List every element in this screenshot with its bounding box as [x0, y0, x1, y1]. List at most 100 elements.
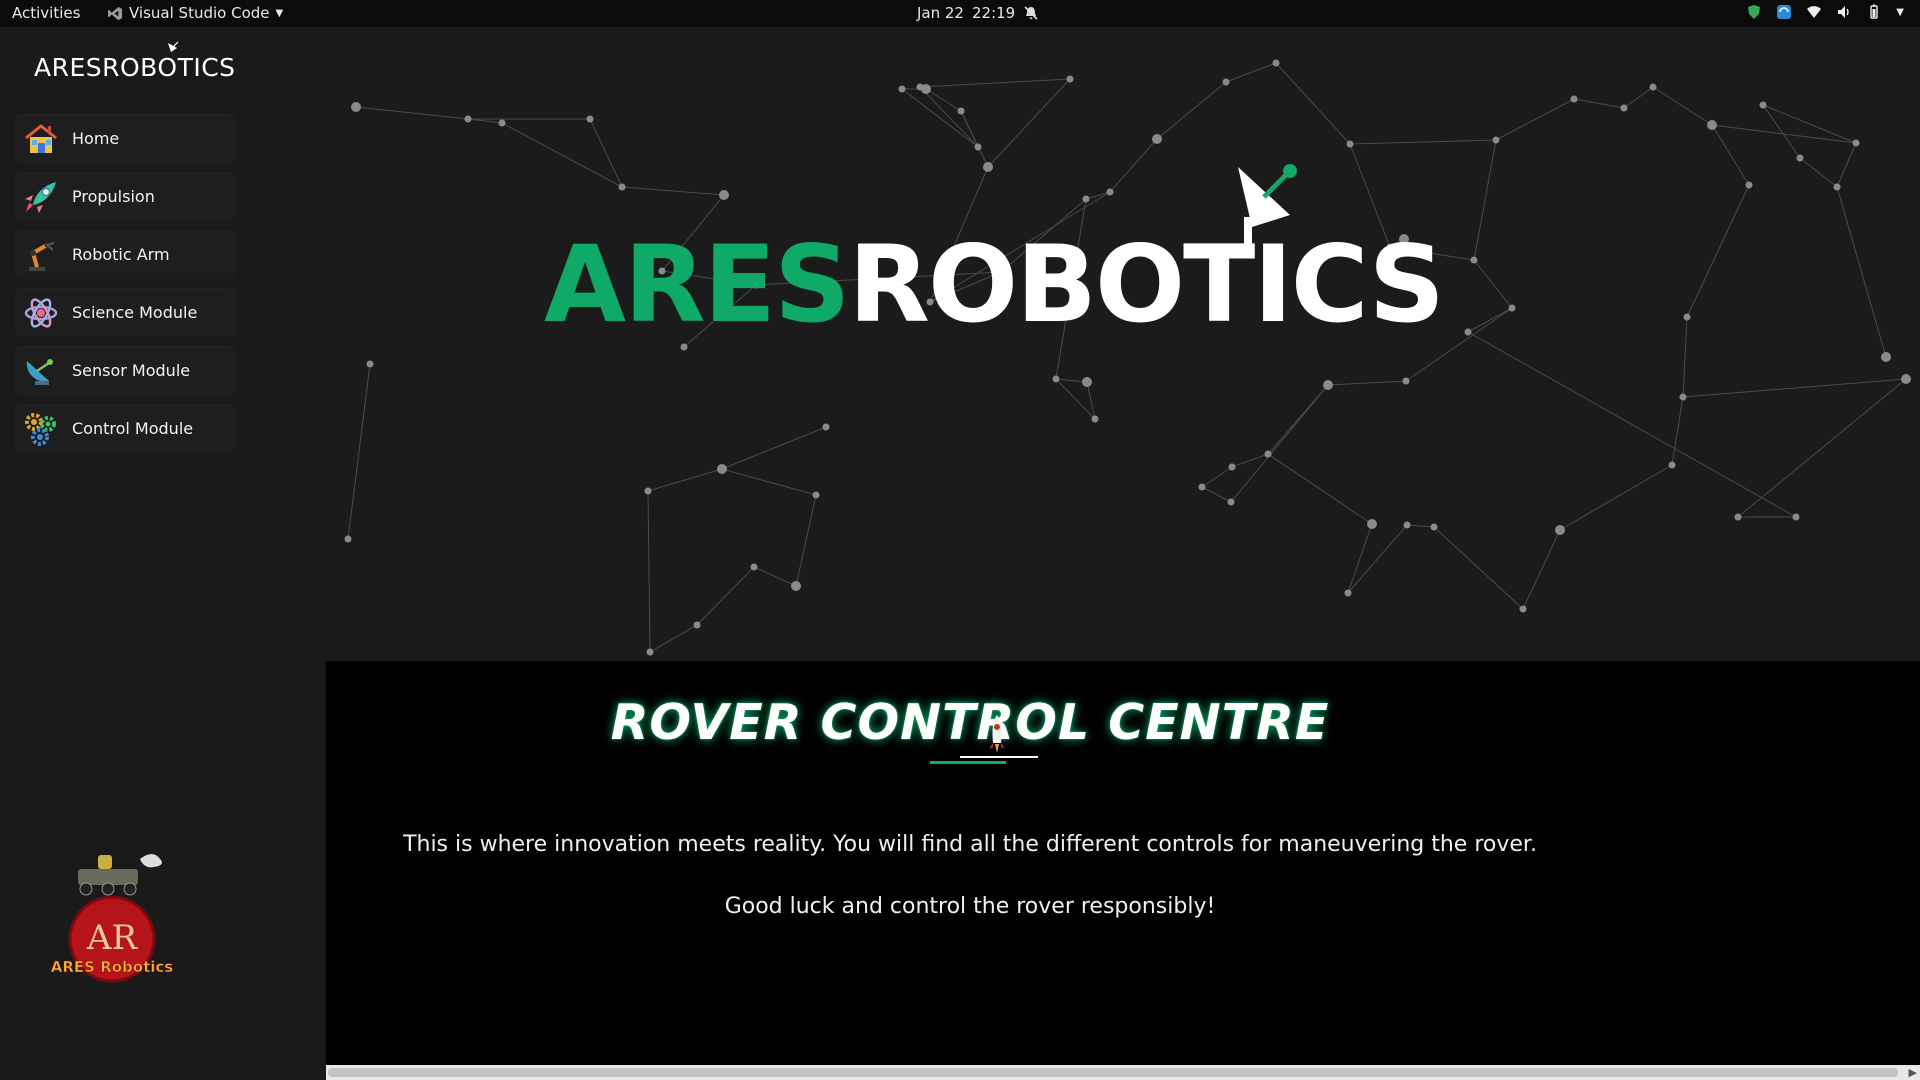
network-line [1473, 259, 1513, 309]
network-node [1344, 589, 1352, 597]
network-node [1106, 188, 1114, 196]
network-node [1228, 463, 1236, 471]
volume-icon[interactable] [1836, 4, 1852, 20]
satellite-dish-icon [168, 41, 179, 52]
clock[interactable]: Jan 22 22:19 [917, 4, 1039, 22]
robotic-arm-icon [22, 236, 60, 274]
network-line [1086, 381, 1096, 420]
intro-paragraph: This is where innovation meets reality. … [403, 832, 1537, 857]
notifications-muted-icon [1024, 6, 1038, 20]
network-line [1347, 524, 1408, 594]
scroll-right-arrow-icon[interactable]: ▶ [1909, 1066, 1917, 1079]
shield-icon[interactable] [1746, 4, 1762, 20]
wifi-icon[interactable] [1806, 4, 1822, 20]
horizontal-scrollbar[interactable]: ▶ [326, 1065, 1920, 1080]
network-line [647, 490, 651, 653]
network-node [1679, 393, 1687, 401]
network-node [983, 162, 993, 172]
scrollbar-thumb[interactable] [328, 1068, 1898, 1077]
network-node [1082, 195, 1090, 203]
network-node [1734, 513, 1742, 521]
network-line [1711, 124, 1750, 186]
battery-icon[interactable] [1866, 4, 1882, 20]
network-line [925, 88, 962, 112]
network-node [1881, 352, 1891, 362]
network-line [467, 118, 503, 124]
network-line [1231, 453, 1269, 468]
network-node [1745, 181, 1753, 189]
network-line [1406, 524, 1435, 528]
network-line [1623, 86, 1654, 109]
network-line [1347, 523, 1373, 594]
network-node [1367, 519, 1377, 529]
network-node [644, 487, 652, 495]
network-line [501, 122, 623, 188]
network-node [719, 190, 729, 200]
closing-paragraph: Good luck and control the rover responsi… [724, 894, 1216, 919]
network-line [960, 110, 989, 168]
sidebar-item-sensor-module[interactable]: Sensor Module [14, 346, 236, 395]
hero-title-green: ARES [544, 223, 850, 346]
system-menu-chevron-icon[interactable]: ▼ [1896, 7, 1904, 18]
network-node [1683, 313, 1691, 321]
network-node [1198, 483, 1206, 491]
house-icon [22, 120, 60, 158]
sidebar-item-robotic-arm[interactable]: Robotic Arm [14, 230, 236, 279]
ares-robotics-mascot-logo: AR ARES Robotics [50, 854, 174, 983]
network-node [1852, 139, 1860, 147]
network-node [1082, 377, 1092, 387]
network-line [721, 468, 817, 496]
network-line [347, 363, 371, 540]
network-node [1620, 104, 1628, 112]
update-icon[interactable] [1776, 4, 1792, 20]
main-content: ROVER CONTROL CENTRE This is where innov… [326, 661, 1920, 1065]
sidebar-item-label: Control Module [72, 419, 194, 438]
network-line [696, 566, 755, 626]
sidebar-item-control-module[interactable]: Control Module [14, 404, 236, 453]
network-line [795, 494, 817, 587]
network-node [1901, 374, 1911, 384]
title-underline [930, 756, 1040, 765]
network-node [498, 119, 506, 127]
network-node [1402, 377, 1410, 385]
sidebar-brand-logo[interactable]: ARESROBOTICS [34, 53, 236, 82]
network-line [649, 624, 698, 653]
sidebar-nav: Home Propulsion Robotic Arm Science Modu… [14, 114, 236, 462]
mascot-initials: AR [86, 918, 139, 958]
network-node [898, 85, 906, 93]
system-top-bar: Activities Visual Studio Code ▼ Jan 22 2… [0, 0, 1920, 27]
network-line [1349, 139, 1497, 145]
network-line [1275, 62, 1351, 145]
network-node [822, 423, 830, 431]
satellite-dish-icon [22, 352, 60, 390]
network-line [1109, 138, 1158, 193]
network-line [1201, 486, 1232, 503]
activities-button[interactable]: Activities [12, 4, 80, 22]
network-node [1833, 183, 1841, 191]
network-line [919, 86, 979, 148]
network-node [1464, 328, 1472, 336]
sidebar-item-propulsion[interactable]: Propulsion [14, 172, 236, 221]
network-node [1152, 134, 1162, 144]
network-line [1737, 378, 1907, 518]
network-node [1555, 525, 1565, 535]
network-node [916, 83, 924, 91]
network-node [618, 183, 626, 191]
network-node [812, 491, 820, 499]
sidebar-item-home[interactable]: Home [14, 114, 236, 163]
network-line [1433, 526, 1524, 610]
network-line [1156, 81, 1227, 140]
network-node [1508, 304, 1516, 312]
rocket-icon [989, 715, 1005, 753]
network-line [647, 468, 723, 492]
network-node [750, 563, 758, 571]
satellite-dish-icon [1238, 164, 1297, 252]
app-menu[interactable]: Visual Studio Code ▼ [108, 4, 283, 22]
network-line [621, 186, 725, 196]
sidebar-item-science-module[interactable]: Science Module [14, 288, 236, 337]
network-node [1649, 83, 1657, 91]
sidebar: ARESROBOTICS Home Propulsion Robotic Arm… [0, 27, 326, 1080]
network-node [464, 115, 472, 123]
sidebar-item-label: Sensor Module [72, 361, 191, 380]
network-node [1264, 450, 1272, 458]
